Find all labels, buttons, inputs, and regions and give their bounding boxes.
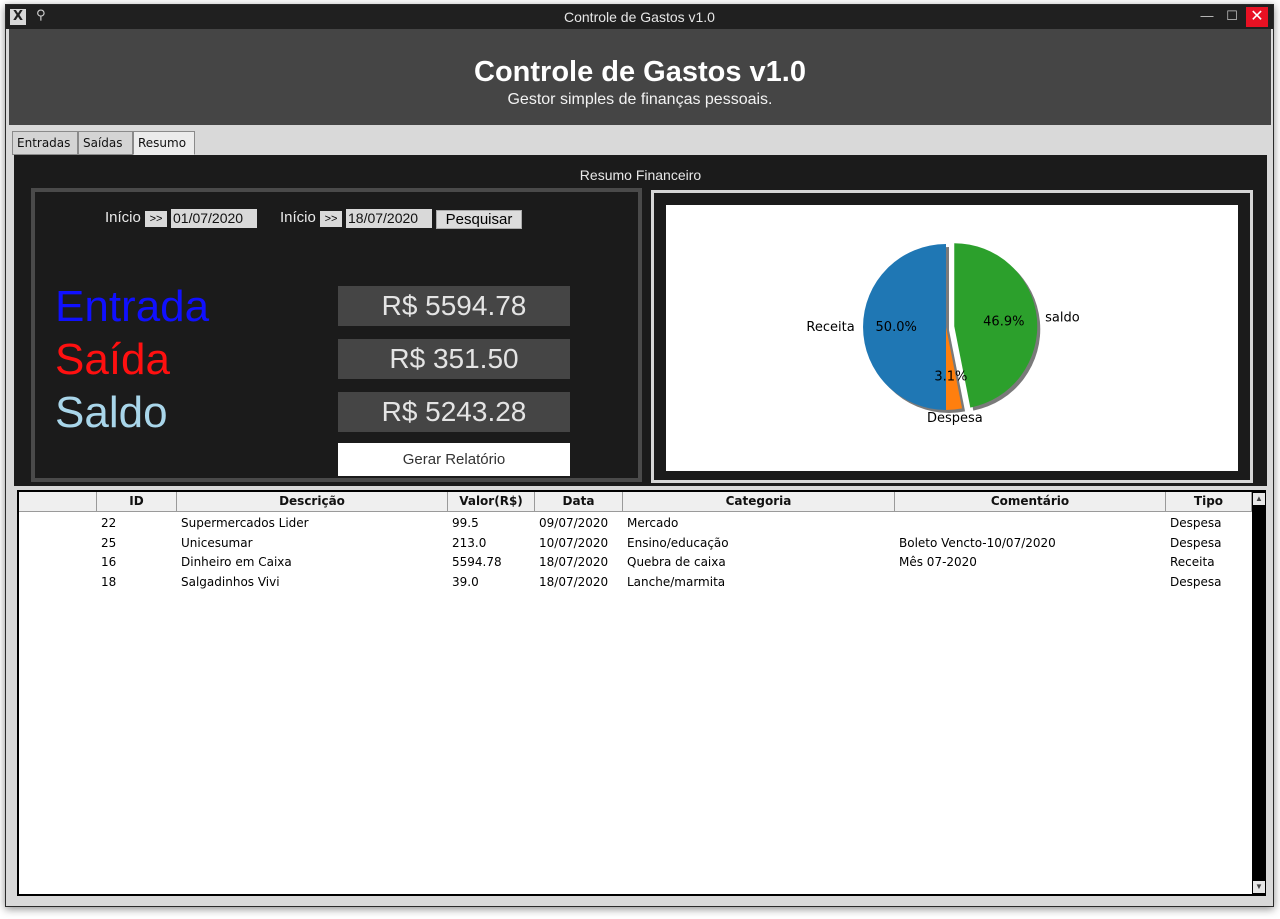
pie-label-despesa: Despesa bbox=[927, 411, 983, 426]
cell-descricao: Unicesumar bbox=[181, 535, 253, 550]
cell-valor: 99.5 bbox=[452, 516, 479, 530]
column-header-comentario[interactable]: Comentário bbox=[895, 492, 1166, 512]
column-header-tipo[interactable]: Tipo bbox=[1166, 492, 1252, 512]
cell-data: 09/07/2020 bbox=[539, 516, 609, 530]
table-row[interactable]: 25 Unicesumar 213.0 10/07/2020 Ensino/educaç… bbox=[19, 534, 1252, 553]
column-header-categoria[interactable]: Categoria bbox=[623, 492, 895, 512]
cell-data: 10/07/2020 bbox=[539, 535, 609, 550]
cell-tipo: Receita bbox=[1170, 555, 1215, 569]
resumo-panel: Resumo Financeiro Início >> 01/07/2020 I… bbox=[14, 155, 1267, 486]
end-date-picker-button[interactable]: >> bbox=[320, 211, 342, 227]
cell-id: 25 bbox=[101, 535, 117, 550]
start-date-field[interactable]: 01/07/2020 bbox=[171, 209, 257, 228]
transactions-table[interactable]: ID Descrição Valor(R$) Data Categoria Comentá… bbox=[17, 490, 1266, 896]
cell-categoria: Quebra de caixa bbox=[627, 555, 726, 569]
entrada-value: R$ 5594.78 bbox=[338, 286, 570, 326]
cell-data: 18/07/2020 bbox=[539, 555, 609, 569]
cell-descricao: Salgadinhos Vivi bbox=[181, 574, 280, 589]
pie-pct-label-despesa: 3.1% bbox=[934, 370, 967, 385]
table-row[interactable]: 16 Dinheiro em Caixa 5594.78 18/07/2020 Queb… bbox=[19, 553, 1252, 572]
table-row[interactable]: 18 Salgadinhos Vivi 39.0 18/07/2020 Lanche/m… bbox=[19, 573, 1252, 592]
cell-comentario: Mês 07-2020 bbox=[899, 555, 977, 569]
header-title: Controle de Gastos v1.0 bbox=[474, 56, 806, 88]
cell-valor: 39.0 bbox=[452, 574, 479, 589]
entrada-label: Entrada bbox=[55, 282, 210, 331]
tab-entradas[interactable]: Entradas bbox=[12, 131, 78, 155]
window-title: Controle de Gastos v1.0 bbox=[564, 9, 715, 25]
tab-saidas[interactable]: Saídas bbox=[78, 131, 133, 155]
cell-id: 22 bbox=[101, 516, 117, 530]
table-row[interactable]: 22 Supermercados Lider 99.5 09/07/2020 Merca… bbox=[19, 514, 1252, 533]
column-header-id[interactable]: ID bbox=[97, 492, 177, 512]
cell-id: 18 bbox=[101, 574, 117, 589]
pie-chart-canvas: Receita 50.0% Despesa 3.1% saldo 46.9% bbox=[666, 205, 1238, 471]
pie-pct-label-receita: 50.0% bbox=[876, 320, 917, 335]
close-button[interactable]: ✕ bbox=[1246, 7, 1268, 27]
cell-descricao: Supermercados Lider bbox=[181, 516, 309, 530]
cell-categoria: Lanche/marmita bbox=[627, 574, 726, 589]
cell-descricao: Dinheiro em Caixa bbox=[181, 555, 292, 569]
cell-tipo: Despesa bbox=[1170, 574, 1222, 589]
cell-id: 16 bbox=[101, 555, 117, 569]
cell-tipo: Despesa bbox=[1170, 535, 1222, 550]
app-header: Controle de Gastos v1.0 Gestor simples d… bbox=[9, 29, 1271, 125]
pie-label-saldo: saldo bbox=[1045, 310, 1080, 325]
summary-frame: Início >> 01/07/2020 Início >> 18/07/202… bbox=[31, 188, 642, 482]
cell-categoria: Ensino/educação bbox=[627, 535, 729, 550]
start-date-label: Início bbox=[105, 209, 141, 226]
cell-tipo: Despesa bbox=[1170, 516, 1222, 530]
pie-chart: Receita 50.0% Despesa 3.1% saldo 46.9% bbox=[806, 243, 1080, 426]
column-header-blank[interactable] bbox=[19, 492, 97, 512]
search-button[interactable]: Pesquisar bbox=[436, 210, 522, 229]
resumo-title: Resumo Financeiro bbox=[579, 167, 702, 183]
chart-frame: Receita 50.0% Despesa 3.1% saldo 46.9% bbox=[651, 190, 1253, 483]
pie-label-receita: Receita bbox=[806, 320, 854, 335]
scroll-down-icon[interactable]: ▼ bbox=[1253, 881, 1265, 893]
saida-label: Saída bbox=[55, 335, 170, 384]
minimize-button[interactable]: — bbox=[1195, 5, 1219, 29]
pie-pct-label-saldo: 46.9% bbox=[983, 314, 1024, 329]
column-header-valor[interactable]: Valor(R$) bbox=[448, 492, 535, 512]
maximize-button[interactable]: ☐ bbox=[1220, 5, 1244, 29]
cell-valor: 213.0 bbox=[452, 535, 487, 550]
app-window: X ⚲ Controle de Gastos v1.0 — ☐ ✕ Contro… bbox=[5, 4, 1274, 907]
cell-categoria: Mercado bbox=[627, 516, 679, 530]
start-date-picker-button[interactable]: >> bbox=[145, 211, 167, 227]
vertical-scrollbar[interactable]: ▲ ▼ bbox=[1252, 492, 1266, 894]
cell-data: 18/07/2020 bbox=[539, 574, 609, 589]
scroll-up-icon[interactable]: ▲ bbox=[1253, 493, 1265, 505]
generate-report-button[interactable]: Gerar Relatório bbox=[338, 443, 570, 476]
column-header-descricao[interactable]: Descrição bbox=[177, 492, 448, 512]
header-subtitle: Gestor simples de finanças pessoais. bbox=[507, 91, 773, 108]
table-header: ID Descrição Valor(R$) Data Categoria Comentá… bbox=[19, 492, 1252, 512]
column-header-data[interactable]: Data bbox=[535, 492, 623, 512]
saldo-value: R$ 5243.28 bbox=[338, 392, 570, 432]
tab-resumo[interactable]: Resumo bbox=[133, 131, 195, 155]
cell-comentario: Boleto Vencto-10/07/2020 bbox=[899, 535, 1056, 550]
cell-valor: 5594.78 bbox=[452, 555, 502, 569]
end-date-label: Início bbox=[280, 209, 316, 226]
saldo-label: Saldo bbox=[55, 388, 168, 437]
end-date-field[interactable]: 18/07/2020 bbox=[346, 209, 432, 228]
saida-value: R$ 351.50 bbox=[338, 339, 570, 379]
title-bar[interactable]: X ⚲ Controle de Gastos v1.0 — ☐ ✕ bbox=[6, 5, 1273, 29]
